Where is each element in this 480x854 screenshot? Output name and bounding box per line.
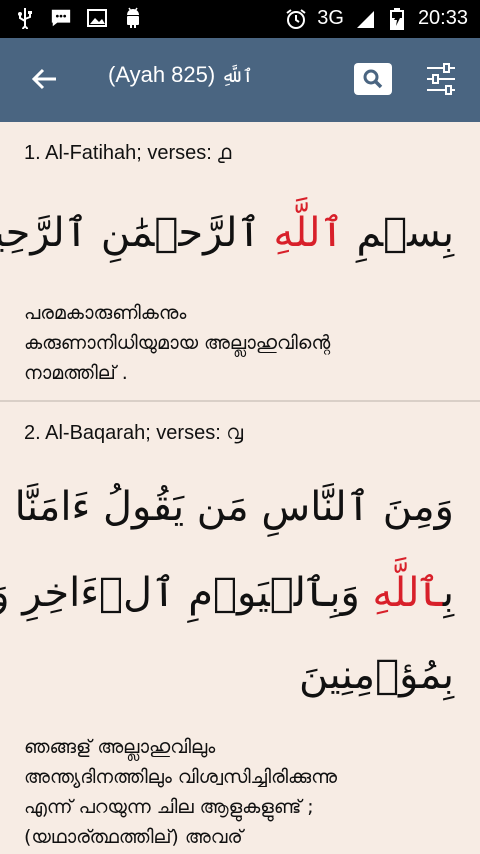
system-status: 3G 20:33 xyxy=(285,7,468,30)
verse-number: ൮ xyxy=(226,422,243,444)
status-bar: 3G 20:33 xyxy=(0,0,480,38)
translation-line: പരമകാരുണികനും xyxy=(24,302,187,324)
arabic-text: بِسۡمِ xyxy=(343,210,454,256)
search-icon xyxy=(363,69,383,89)
result-item[interactable]: 1. Al-Fatihah; verses: ൧ بِسۡمِ ٱللَّهِ … xyxy=(0,122,480,400)
sura-label: 1. Al-Fatihah; verses: xyxy=(24,142,218,164)
sura-reference: 2. Al-Baqarah; verses: ൮ xyxy=(24,422,243,445)
page-title: (Ayah 825) ٱللَّهِ xyxy=(108,62,253,88)
translation-line: നാമത്തില് . xyxy=(24,362,128,384)
arabic-text: ٱلرَّحۡمَٰنِ ٱلرَّحِيمِ xyxy=(0,210,261,256)
page-title-text: (Ayah 825) xyxy=(108,62,222,87)
translation-line: ഞങ്ങള് അല്ലാഹുവിലും xyxy=(24,736,216,758)
back-arrow-icon[interactable] xyxy=(28,62,62,96)
sura-reference: 1. Al-Fatihah; verses: ൧ xyxy=(24,142,231,165)
translation-line: അന്ത്യദിനത്തിലും വിശ്വസിച്ചിരിക്കുന്നു xyxy=(24,766,337,788)
translation-line: എന്ന് പറയുന്ന ചില ആളുകളുണ്ട് ; xyxy=(24,796,314,818)
highlighted-word: ٱللَّهِ xyxy=(273,210,344,256)
arabic-text: بِ xyxy=(442,570,454,616)
battery-icon xyxy=(386,7,408,30)
search-button[interactable] xyxy=(354,63,392,95)
image-icon xyxy=(86,7,108,29)
clock: 20:33 xyxy=(417,7,468,29)
alarm-icon xyxy=(285,8,307,30)
translation-line: (യഥാര്ത്ഥത്തില്) അവര് xyxy=(24,826,243,848)
highlighted-word: ٱللَّهِ xyxy=(372,570,443,616)
usb-icon xyxy=(14,7,36,29)
arabic-verse-line: بِمُؤۡمِنِينَ xyxy=(299,652,454,698)
notification-icons xyxy=(14,7,144,29)
filter-icon xyxy=(427,63,455,95)
arabic-text: وَبِٱلۡيَوۡمِ ٱلۡءَاخِرِ وَمَا هُم xyxy=(0,570,360,616)
verse-number: ൧ xyxy=(217,142,232,164)
arabic-verse-line: وَمِنَ ٱلنَّاسِ مَن يَقُولُ ءَامَنَّا xyxy=(15,484,454,530)
arabic-text: وَمِنَ ٱلنَّاسِ مَن يَقُولُ ءَامَنَّا xyxy=(14,484,454,530)
signal-icon xyxy=(354,8,376,30)
network-type: 3G xyxy=(317,7,344,29)
arabic-verse-line: بِٱللَّهِ وَبِٱلۡيَوۡمِ ٱلۡءَاخِرِ وَمَا… xyxy=(0,570,454,616)
sura-label: 2. Al-Baqarah; verses: xyxy=(24,422,227,444)
android-icon xyxy=(122,7,144,29)
translation: പരമകാരുണികനും കരുണാനിധിയുമായ അല്ലാഹുവിന്… xyxy=(24,298,464,388)
divider xyxy=(0,400,480,402)
app-bar: (Ayah 825) ٱللَّهِ xyxy=(0,38,480,122)
filter-button[interactable] xyxy=(424,60,458,98)
translation: ഞങ്ങള് അല്ലാഹുവിലും അന്ത്യദിനത്തിലും വിശ… xyxy=(24,732,464,852)
page-title-arabic: ٱللَّهِ xyxy=(221,66,253,86)
results-list[interactable]: 1. Al-Fatihah; verses: ൧ بِسۡمِ ٱللَّهِ … xyxy=(0,122,480,854)
arabic-text: بِمُؤۡمِنِينَ xyxy=(299,652,454,698)
message-icon xyxy=(50,7,72,29)
translation-line: കരുണാനിധിയുമായ അല്ലാഹുവിന്റെ xyxy=(24,332,331,354)
arabic-verse: بِسۡمِ ٱللَّهِ ٱلرَّحۡمَٰنِ ٱلرَّحِيمِ xyxy=(0,210,454,256)
